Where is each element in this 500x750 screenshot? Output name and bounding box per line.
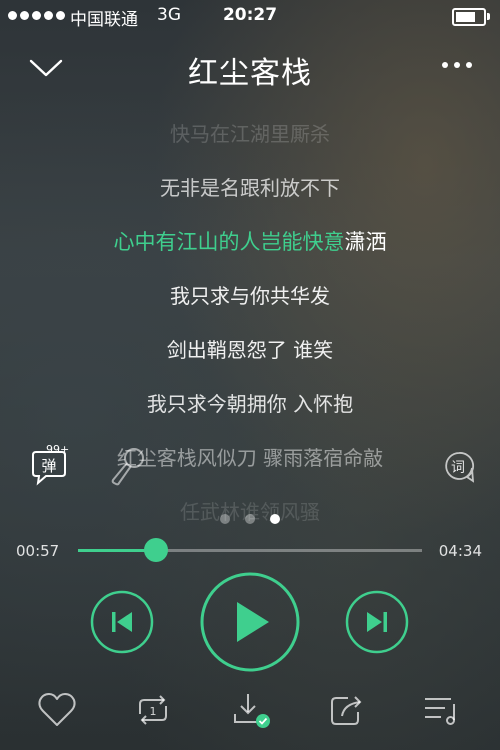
download-done-icon xyxy=(234,694,270,728)
page-dot[interactable] xyxy=(220,514,230,524)
danmu-label: 弹 xyxy=(41,457,56,475)
player-screen: 中国联通 3G 20:27 红尘客栈 快马在江湖里厮杀 无非是名跟利放不下 心中… xyxy=(0,0,500,750)
progress-bar[interactable] xyxy=(78,538,422,562)
battery-level xyxy=(456,12,475,22)
heart-icon xyxy=(38,693,76,726)
lyric-unsung-part: 潇洒 xyxy=(344,230,387,254)
previous-button[interactable] xyxy=(90,590,154,654)
lyric-line: 红尘客栈风似刀 骤雨落宿命敲 xyxy=(116,446,384,470)
skip-previous-icon xyxy=(90,590,154,654)
playlist-button[interactable] xyxy=(421,690,463,730)
share-button[interactable] xyxy=(326,690,368,730)
lyric-line: 无非是名跟利放不下 xyxy=(160,176,340,200)
lyric-line: 我只求与你共华发 xyxy=(170,284,330,308)
download-button[interactable] xyxy=(229,690,271,730)
lyric-line: 我只求今朝拥你 入怀抱 xyxy=(146,392,354,416)
lyric-settings-button[interactable]: 词 xyxy=(442,450,476,484)
repeat-one-icon: 1 xyxy=(139,695,167,725)
share-icon xyxy=(331,696,362,725)
lyric-line-current: 心中有江山的人岂能快意潇洒 xyxy=(0,226,500,256)
karaoke-button[interactable] xyxy=(104,443,150,489)
song-title: 红尘客栈 xyxy=(188,56,312,91)
svg-text:1: 1 xyxy=(150,705,157,718)
status-time: 20:27 xyxy=(222,5,278,25)
lyric-sung-part: 心中有江山的人岂能快意 xyxy=(113,230,345,254)
page-dot[interactable] xyxy=(245,514,255,524)
like-button[interactable] xyxy=(36,690,78,730)
playlist-icon xyxy=(425,698,455,725)
lyric-icon: 词 xyxy=(445,452,475,483)
microphone-icon xyxy=(111,448,144,486)
battery-icon xyxy=(452,8,490,26)
lyric-line: 剑出鞘恩怨了 谁笑 xyxy=(166,338,334,362)
more-button[interactable] xyxy=(442,56,472,74)
skip-next-icon xyxy=(345,590,409,654)
lyric-line: 快马在江湖里厮杀 xyxy=(170,122,330,146)
page-dot[interactable] xyxy=(270,514,280,524)
play-mode-button[interactable]: 1 xyxy=(132,690,174,730)
danmu-count-badge: 99+ xyxy=(46,443,70,456)
lyric-button-label: 词 xyxy=(451,460,465,476)
page-indicator xyxy=(0,514,500,524)
total-time: 04:34 xyxy=(438,542,482,560)
play-button[interactable] xyxy=(199,571,301,673)
play-icon xyxy=(200,572,300,672)
elapsed-time: 00:57 xyxy=(16,542,60,560)
more-dots-icon xyxy=(442,62,448,68)
progress-thumb[interactable] xyxy=(144,538,169,562)
status-bar: 中国联通 3G 20:27 xyxy=(0,0,500,32)
next-button[interactable] xyxy=(345,590,409,654)
